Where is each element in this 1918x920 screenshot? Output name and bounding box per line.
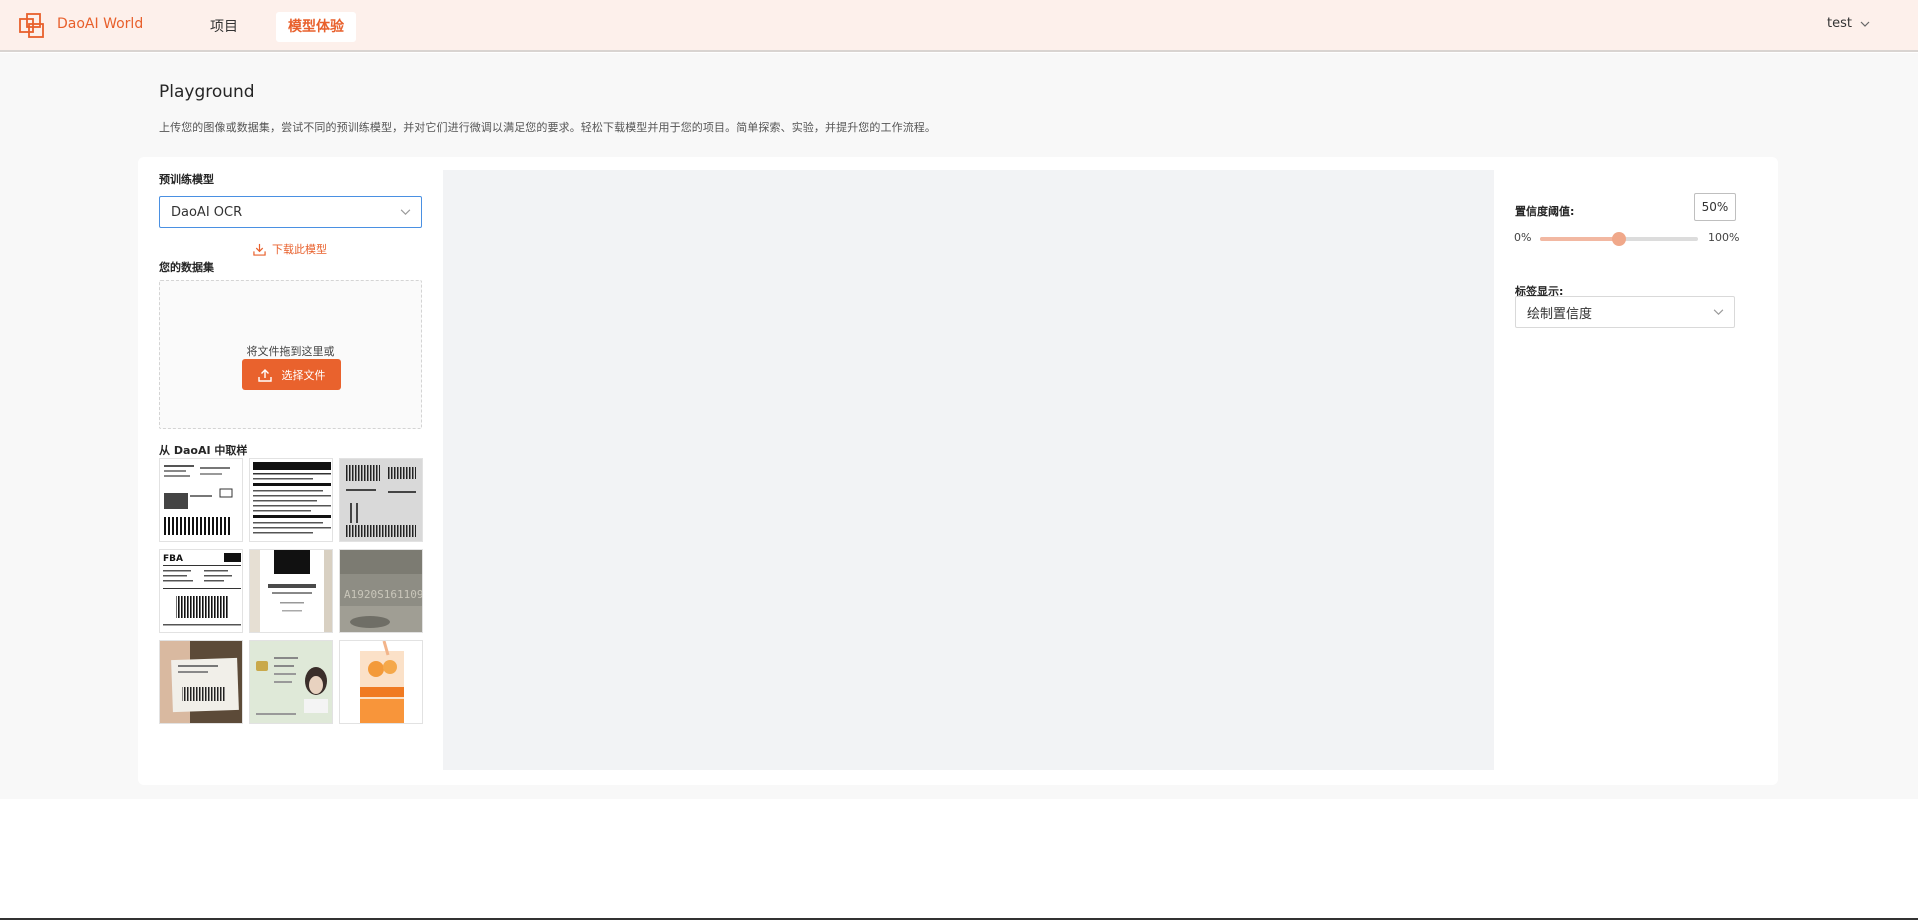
svg-text:FBA: FBA [163, 554, 183, 564]
download-model-label: 下载此模型 [272, 243, 327, 256]
id-card-image [250, 641, 332, 723]
chevron-down-icon [1713, 309, 1724, 315]
top-navigation-bar: DaoAI World 项目 模型体验 test [0, 0, 1918, 52]
sample-thumb-engraved-metal[interactable]: A1920S161109 [339, 549, 423, 633]
pretrained-model-label: 预训练模型 [159, 173, 214, 186]
wine-bottle-image [250, 550, 332, 632]
pretrained-model-select[interactable]: DaoAI OCR [159, 196, 422, 228]
pretrained-model-value: DaoAI OCR [171, 204, 243, 220]
tag-display-select[interactable]: 绘制置信度 [1515, 296, 1735, 328]
juice-box-image [340, 641, 422, 723]
sample-thumb-wine-bottle[interactable] [249, 549, 333, 633]
download-model-link[interactable]: 下载此模型 [253, 241, 327, 257]
sample-thumb-juice-box[interactable] [339, 640, 423, 724]
daoai-logo-icon[interactable] [19, 13, 45, 39]
dataset-label: 您的数据集 [159, 261, 214, 274]
file-dropzone[interactable]: 将文件拖到这里或 选择文件 [159, 280, 422, 429]
sample-thumb-barcode-sheet[interactable] [339, 458, 423, 542]
nav-item-model-playground[interactable]: 模型体验 [276, 12, 356, 42]
chevron-down-icon [1860, 21, 1870, 27]
sample-thumb-nutrition-facts[interactable] [249, 458, 333, 542]
engraved-metal-image: A1920S161109 [340, 550, 423, 632]
sample-thumb-id-card[interactable] [249, 640, 333, 724]
image-preview-canvas[interactable] [443, 170, 1494, 770]
confidence-slider-fill [1540, 237, 1619, 241]
user-name: test [1827, 16, 1852, 31]
sample-thumb-package-label[interactable] [159, 640, 243, 724]
nav-item-projects[interactable]: 项目 [198, 12, 250, 42]
page-title: Playground [159, 82, 255, 102]
page-content: Playground 上传您的图像或数据集，尝试不同的预训练模型，并对它们进行微… [0, 53, 1918, 799]
tag-display-value: 绘制置信度 [1527, 306, 1593, 322]
confidence-threshold-input[interactable]: 50% [1694, 193, 1736, 221]
barcode-sheet-image [346, 465, 416, 537]
upload-icon [257, 368, 272, 382]
user-menu[interactable]: test [1827, 16, 1870, 31]
confidence-slider[interactable] [1540, 232, 1698, 246]
shipping-label-image [164, 465, 233, 535]
svg-text:A1920S161109: A1920S161109 [344, 588, 423, 601]
sample-thumb-shipping-label[interactable] [159, 458, 243, 542]
chevron-down-icon [400, 209, 411, 215]
sample-thumb-fba-label[interactable]: FBA [159, 549, 243, 633]
playground-card: 预训练模型 DaoAI OCR 下载此模型 您的数据集 将文件拖到这里或 选择文… [138, 157, 1778, 785]
dropzone-text: 将文件拖到这里或 [246, 345, 335, 358]
brand-name[interactable]: DaoAI World [57, 16, 143, 32]
page-description: 上传您的图像或数据集，尝试不同的预训练模型，并对它们进行微调以满足您的要求。轻松… [159, 121, 936, 134]
nutrition-facts-image [253, 462, 331, 534]
confidence-slider-handle[interactable] [1612, 232, 1626, 246]
download-icon [253, 243, 266, 256]
confidence-threshold-label: 置信度阈值: [1515, 205, 1575, 218]
samples-label: 从 DaoAI 中取样 [159, 444, 248, 457]
select-file-label: 选择文件 [281, 368, 326, 382]
select-file-button[interactable]: 选择文件 [242, 359, 341, 390]
fba-label-image: FBA [163, 553, 241, 626]
slider-max-label: 100% [1708, 231, 1740, 244]
package-label-image [160, 641, 242, 723]
slider-min-label: 0% [1514, 231, 1532, 244]
